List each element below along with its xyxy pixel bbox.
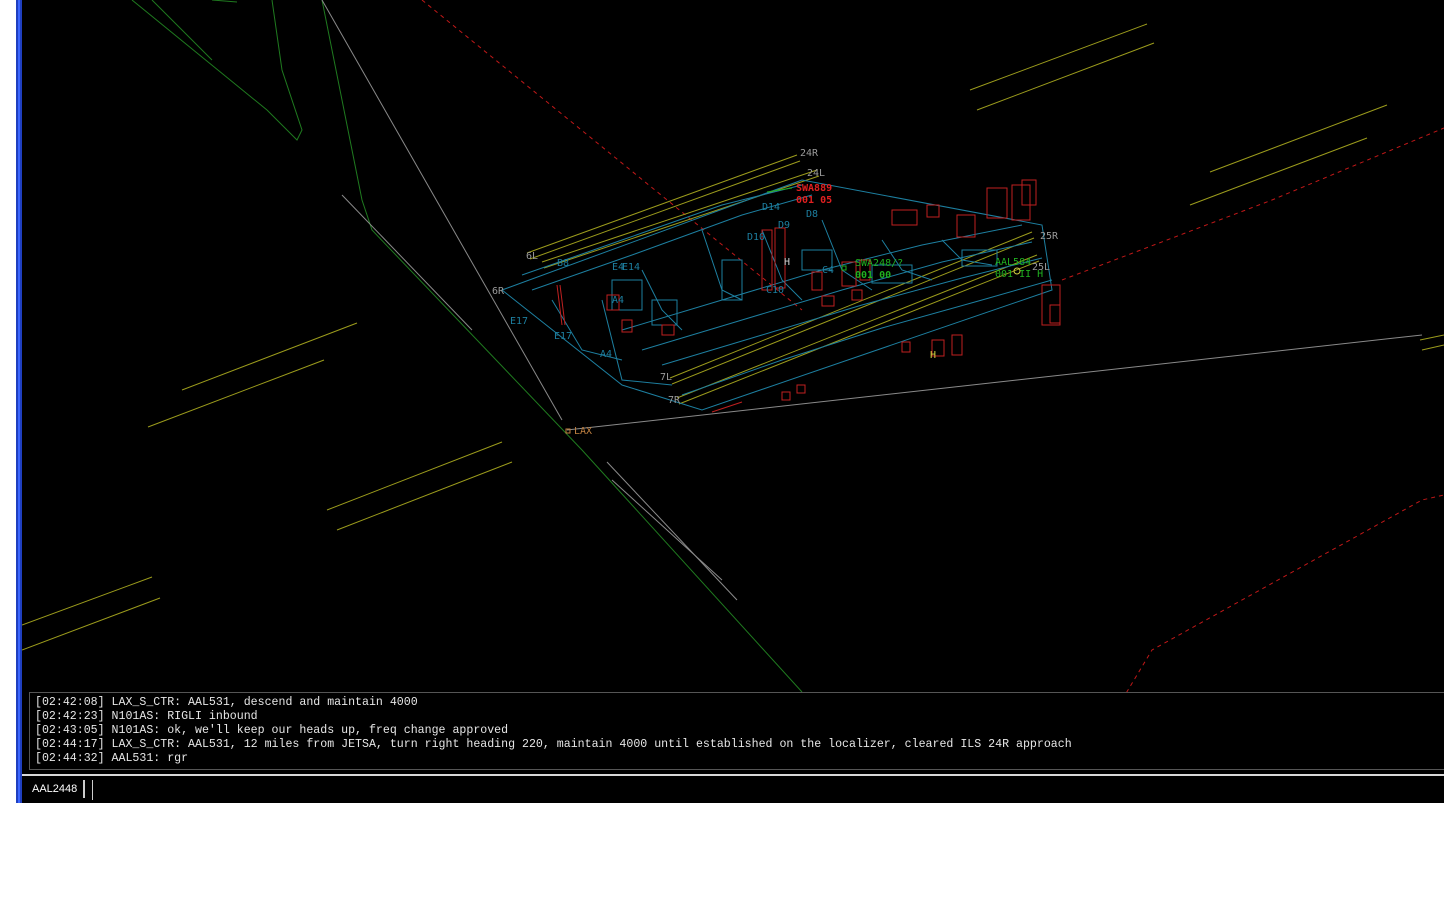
svg-text:E17: E17 (510, 316, 528, 327)
aircraft-callsign: SWA248/? (855, 258, 903, 269)
svg-text:C10: C10 (766, 285, 784, 296)
runway-label-7L: 7L (660, 372, 672, 383)
svg-text:D10: D10 (747, 232, 765, 243)
aircraft-swa248[interactable]: SWA248/? 001 00 (841, 258, 903, 281)
radar-map[interactable]: H H 24R 24L 25R 25L 6L 6R 7L 7R E17 E17 … (22, 0, 1444, 692)
runway-labels: 24R 24L 25R 25L 6L 6R 7L 7R (492, 148, 1059, 406)
svg-text:H: H (930, 350, 936, 361)
svg-text:B8: B8 (557, 258, 569, 269)
selected-callsign[interactable]: AAL2448 (26, 780, 86, 798)
log-line: [02:44:32] AAL531: rgr (35, 752, 189, 765)
extended-centerlines (22, 23, 1444, 651)
runway-label-6R: 6R (492, 286, 505, 297)
svg-text:E17: E17 (554, 331, 572, 342)
airspace-boundary (421, 0, 1444, 692)
radar-scope[interactable]: H H 24R 24L 25R 25L 6L 6R 7L 7R E17 E17 … (22, 0, 1444, 803)
log-line: [02:42:08] LAX_S_CTR: AAL531, descend an… (35, 696, 418, 709)
svg-text:D8: D8 (806, 209, 818, 220)
svg-text:A4: A4 (600, 349, 612, 360)
runway-label-6L: 6L (526, 251, 538, 262)
svg-text:C4: C4 (822, 265, 834, 276)
runway-label-24R: 24R (800, 148, 819, 159)
command-input[interactable] (92, 780, 1398, 800)
log-line: [02:42:23] N101AS: RIGLI inbound (35, 710, 258, 723)
airport-label-lax: LAX (574, 426, 592, 437)
airport-marker: LAX (565, 426, 592, 437)
airspace-lines (321, 0, 1423, 601)
svg-text:A4: A4 (612, 295, 624, 306)
svg-text:E14: E14 (622, 262, 640, 273)
aircraft-aal584[interactable]: AAL584 001 II H (995, 257, 1043, 280)
aircraft-datablock: 001 00 (855, 270, 891, 281)
svg-text:D14: D14 (762, 202, 780, 213)
route-lines (131, 0, 803, 692)
aircraft-callsign: SWA889 (796, 183, 832, 194)
airport-diagram: H H (500, 154, 1061, 413)
aircraft-callsign: AAL584 (995, 257, 1031, 268)
runway-label-24L: 24L (807, 168, 825, 179)
aircraft-datablock: 001 05 (796, 195, 832, 206)
runway-label-25R: 25R (1040, 231, 1059, 242)
command-bar: AAL2448 (22, 774, 1444, 803)
log-line: [02:44:17] LAX_S_CTR: AAL531, 12 miles f… (35, 738, 1072, 751)
svg-text:D9: D9 (778, 220, 790, 231)
log-line: [02:43:05] N101AS: ok, we'll keep our he… (35, 724, 509, 737)
aircraft-datablock: 001 II H (995, 269, 1043, 280)
svg-text:H: H (784, 257, 790, 268)
message-log[interactable]: [02:42:08] LAX_S_CTR: AAL531, descend an… (29, 692, 1444, 770)
window-frame-left-accent (18, 0, 20, 803)
runway-label-7R: 7R (668, 395, 681, 406)
